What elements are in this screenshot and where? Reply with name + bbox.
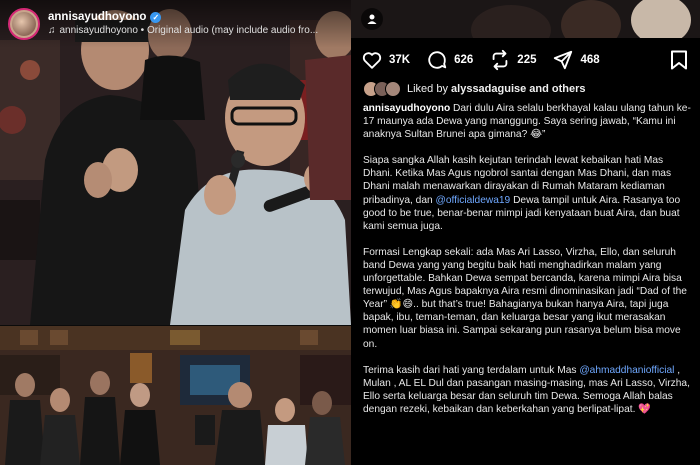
repost-count: 225	[517, 54, 537, 66]
liked-by-user[interactable]: alyssadaguise	[451, 83, 526, 95]
music-note-icon: ♫	[48, 24, 56, 36]
send-icon[interactable]	[552, 49, 574, 71]
laughing-emoji-icon: 😂	[530, 129, 542, 141]
post-panel: 37K 626 225 468 Liked by alyssadaguise a…	[351, 0, 700, 465]
user-tag-icon[interactable]	[361, 8, 383, 30]
clap-emoji-icon: 👏😄	[389, 299, 414, 311]
carousel-peek[interactable]	[351, 0, 700, 38]
heart-icon[interactable]	[361, 49, 383, 71]
liked-by-prefix: Liked by	[407, 83, 452, 95]
heart-emoji-icon: 💖	[638, 403, 651, 415]
caption-paragraph-2: Siapa sangka Allah kasih kejutan terinda…	[363, 155, 681, 232]
mention-officialdewa19[interactable]: @officialdewa19	[436, 195, 511, 206]
carousel-peek-image	[351, 0, 700, 38]
frame-divider	[0, 325, 351, 326]
mention-ahmaddhaniofficial[interactable]: @ahmaddhaniofficial	[579, 365, 674, 376]
like-action[interactable]: 37K	[361, 49, 410, 71]
caption-paragraph-4: Terima kasih dari hati yang terdalam unt…	[363, 364, 690, 415]
like-count: 37K	[389, 54, 411, 66]
audio-attribution[interactable]: annisayudhoyono • Original audio (may in…	[60, 25, 319, 37]
caption-username[interactable]: annisayudhoyono	[363, 103, 450, 114]
stage-scene-top	[0, 0, 351, 325]
stage-scene-bottom	[0, 325, 351, 465]
caption-paragraph-1: annisayudhoyono Dari dulu Aira selalu be…	[363, 103, 691, 141]
post-media[interactable]: annisayudhoyono ✓ ♫ annisayudhoyono • Or…	[0, 0, 351, 465]
comment-count: 626	[454, 54, 474, 66]
liked-by-suffix[interactable]: and others	[526, 83, 585, 95]
comment-action[interactable]: 626	[426, 49, 473, 71]
video-frame-top[interactable]	[0, 0, 351, 325]
post-header: annisayudhoyono ✓ ♫ annisayudhoyono • Or…	[0, 0, 351, 48]
comment-icon[interactable]	[426, 49, 448, 71]
video-frame-bottom[interactable]	[0, 325, 351, 465]
avatar[interactable]	[8, 8, 40, 40]
repost-action[interactable]: 225	[489, 49, 536, 71]
verified-badge-icon: ✓	[150, 12, 162, 24]
liked-by-row[interactable]: Liked by alyssadaguise and others	[363, 80, 586, 98]
post-caption: annisayudhoyono Dari dulu Aira selalu be…	[363, 102, 693, 429]
action-bar: 37K 626 225 468	[351, 42, 700, 78]
caption-paragraph-3: Formasi Lengkap sekali: ada Mas Ari Lass…	[363, 246, 687, 350]
liked-by-avatars	[363, 81, 401, 97]
header-username[interactable]: annisayudhoyono	[48, 11, 146, 25]
bookmark-icon[interactable]	[670, 50, 688, 70]
share-count: 468	[580, 54, 600, 66]
repost-icon[interactable]	[489, 49, 511, 71]
share-action[interactable]: 468	[552, 49, 600, 71]
